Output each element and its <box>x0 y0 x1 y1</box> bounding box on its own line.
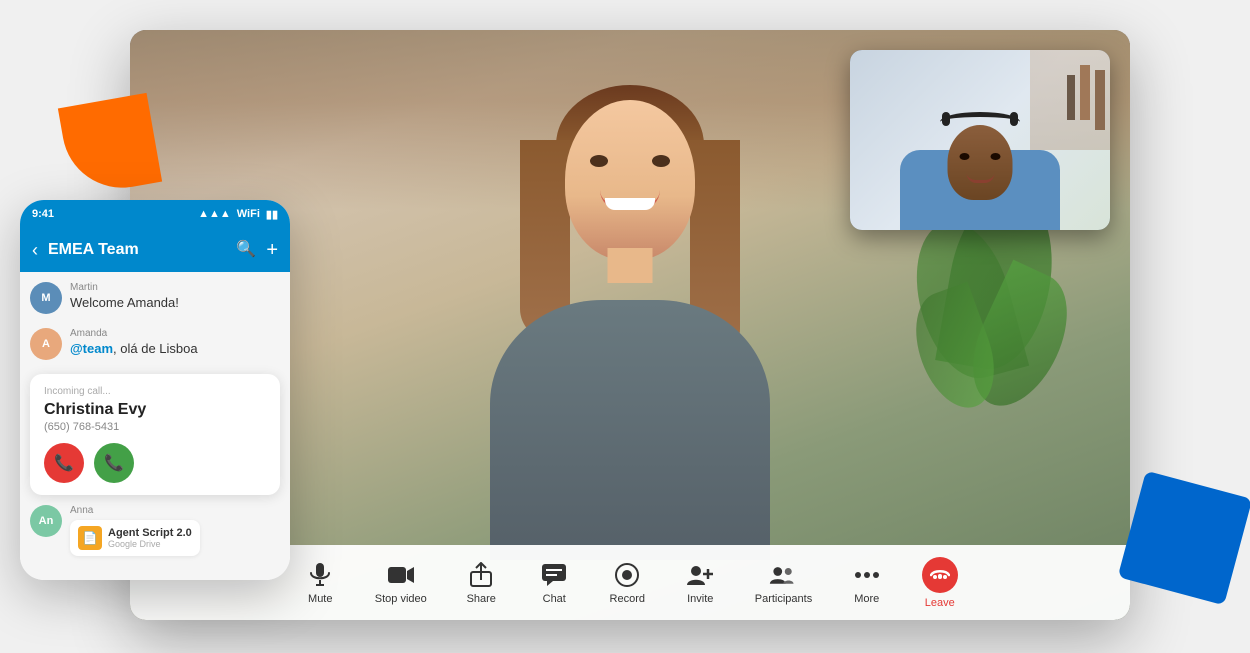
share-icon <box>467 561 495 589</box>
leave-label: Leave <box>925 597 955 609</box>
amanda-message-suffix: , olá de Lisboa <box>113 341 198 356</box>
phone-channel-title: EMEA Team <box>48 241 226 259</box>
chat-message-anna: An Anna 📄 Agent Script 2.0 Google Drive <box>30 505 280 556</box>
mute-button[interactable]: Mute <box>288 555 353 611</box>
pip-person-head <box>948 125 1013 200</box>
orange-decoration <box>58 93 162 197</box>
decline-call-button[interactable]: 📞 <box>44 443 84 483</box>
phone-chat-area: M Martin Welcome Amanda! A Amanda @team,… <box>20 272 290 580</box>
chat-button[interactable]: Chat <box>522 555 587 611</box>
attachment-source: Google Drive <box>108 539 192 549</box>
participants-button[interactable]: Participants <box>741 555 826 611</box>
chat-icon <box>540 561 568 589</box>
camera-icon <box>387 561 415 589</box>
amanda-message-content: Amanda @team, olá de Lisboa <box>70 328 198 356</box>
share-button[interactable]: Share <box>449 555 514 611</box>
status-icons: ▲▲▲ WiFi ▮▮ <box>198 208 278 221</box>
more-icon <box>853 561 881 589</box>
accept-icon: 📞 <box>104 453 124 473</box>
more-button[interactable]: More <box>834 555 899 611</box>
anna-avatar-initials: An <box>39 515 54 527</box>
invite-icon <box>686 561 714 589</box>
microphone-icon <box>306 561 334 589</box>
martin-message-content: Martin Welcome Amanda! <box>70 282 179 310</box>
accept-call-button[interactable]: 📞 <box>94 443 134 483</box>
search-icon[interactable]: 🔍 <box>236 239 256 262</box>
phone-header-icons: 🔍 + <box>236 239 278 262</box>
leave-icon <box>922 557 958 593</box>
call-action-buttons: 📞 📞 <box>44 443 266 483</box>
battery-icon: ▮▮ <box>266 208 278 221</box>
attachment-name: Agent Script 2.0 <box>108 527 192 539</box>
incoming-call-card: Incoming call... Christina Evy (650) 768… <box>30 374 280 495</box>
amanda-message-text: @team, olá de Lisboa <box>70 341 198 356</box>
record-icon <box>613 561 641 589</box>
wifi-icon: WiFi <box>237 208 260 220</box>
stop-video-button[interactable]: Stop video <box>361 555 441 611</box>
phone-status-bar: 9:41 ▲▲▲ WiFi ▮▮ <box>20 200 290 228</box>
amanda-avatar: A <box>30 328 62 360</box>
attachment-details: Agent Script 2.0 Google Drive <box>108 527 192 549</box>
phone-time: 9:41 <box>32 208 54 220</box>
stop-video-label: Stop video <box>375 593 427 605</box>
more-label: More <box>854 593 879 605</box>
participants-icon <box>769 561 797 589</box>
person-body <box>490 300 770 560</box>
chat-message-amanda: A Amanda @team, olá de Lisboa <box>30 328 280 360</box>
mute-label: Mute <box>308 593 332 605</box>
background-plant <box>850 190 1070 510</box>
amanda-sender-name: Amanda <box>70 328 198 339</box>
martin-avatar: M <box>30 282 62 314</box>
pip-video <box>850 50 1110 230</box>
martin-message-text: Welcome Amanda! <box>70 295 179 310</box>
share-label: Share <box>467 593 496 605</box>
anna-sender-name: Anna <box>70 505 200 516</box>
record-label: Record <box>610 593 645 605</box>
incoming-call-label: Incoming call... <box>44 386 266 397</box>
attachment-doc-icon: 📄 <box>78 526 102 550</box>
attachment-card: 📄 Agent Script 2.0 Google Drive <box>70 520 200 556</box>
phone-mockup: 9:41 ▲▲▲ WiFi ▮▮ ‹ EMEA Team 🔍 + M Marti… <box>20 200 290 580</box>
record-button[interactable]: Record <box>595 555 660 611</box>
anna-avatar: An <box>30 505 62 537</box>
leave-button[interactable]: Leave <box>907 551 972 615</box>
person-neck <box>608 248 653 283</box>
decline-icon: 📞 <box>54 453 74 473</box>
martin-avatar-initials: M <box>41 292 50 304</box>
pip-headset <box>940 112 1020 132</box>
mention-tag: @team <box>70 341 113 356</box>
amanda-avatar-initials: A <box>42 338 50 350</box>
martin-sender-name: Martin <box>70 282 179 293</box>
signal-icon: ▲▲▲ <box>198 208 231 220</box>
caller-number: (650) 768-5431 <box>44 421 266 433</box>
chat-message-martin: M Martin Welcome Amanda! <box>30 282 280 314</box>
caller-name: Christina Evy <box>44 401 266 419</box>
blue-decoration <box>1118 471 1250 606</box>
invite-label: Invite <box>687 593 713 605</box>
chat-label: Chat <box>543 593 566 605</box>
back-button[interactable]: ‹ <box>32 240 38 261</box>
participants-label: Participants <box>755 593 812 605</box>
invite-button[interactable]: Invite <box>668 555 733 611</box>
phone-header: ‹ EMEA Team 🔍 + <box>20 228 290 272</box>
anna-message-content: Anna 📄 Agent Script 2.0 Google Drive <box>70 505 200 556</box>
person-face <box>565 100 695 260</box>
main-person <box>440 80 820 560</box>
add-icon[interactable]: + <box>266 239 278 262</box>
